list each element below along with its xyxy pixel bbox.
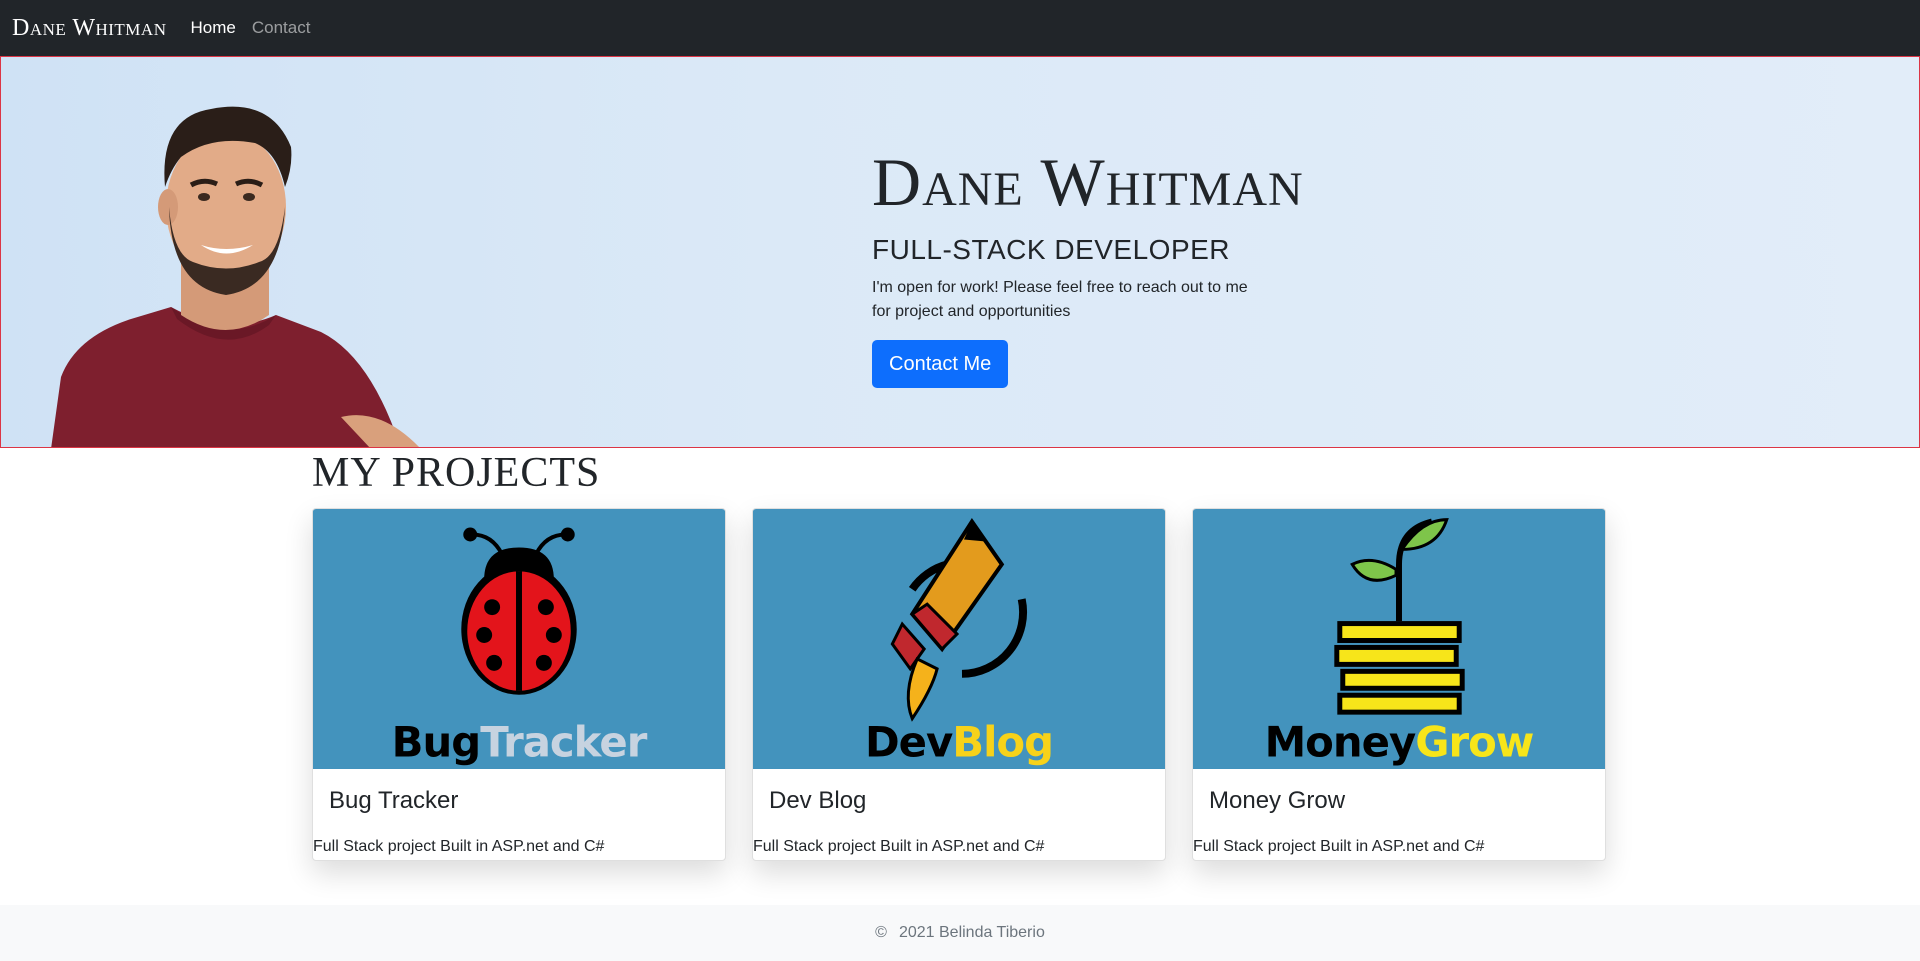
project-description: Full Stack project Built in ASP.net and … xyxy=(1193,838,1485,856)
brand-logo[interactable]: Dane Whitman xyxy=(12,15,166,42)
project-description: Full Stack project Built in ASP.net and … xyxy=(313,838,605,856)
nav-link-home[interactable]: Home xyxy=(190,18,235,38)
bug-tracker-logo: BugTracker xyxy=(313,509,725,770)
dev-blog-logo: DevBlog xyxy=(753,509,1165,770)
contact-me-button[interactable]: Contact Me xyxy=(872,339,1009,388)
portrait-image xyxy=(51,106,419,447)
footer: © 2021 Belinda Tiberio xyxy=(0,905,1920,961)
project-description: Full Stack project Built in ASP.net and … xyxy=(753,838,1045,856)
project-title: Bug Tracker xyxy=(329,787,459,815)
logo-text-light: Grow xyxy=(1415,718,1534,767)
projects-heading: MY PROJECTS xyxy=(312,450,601,496)
copyright-icon: © xyxy=(875,924,887,941)
logo-text-light: Tracker xyxy=(480,718,648,767)
hero-name: Dane Whitman xyxy=(872,144,1304,220)
project-cards: BugTracker Bug Tracker Full Stack projec… xyxy=(312,508,1608,862)
projects-section: MY PROJECTS BugTracker Bug Tracker Full … xyxy=(312,448,1608,862)
hero-text: Dane Whitman FULL-STACK DEVELOPER I'm op… xyxy=(872,145,1572,388)
svg-text:BugTracker: BugTracker xyxy=(392,718,648,767)
logo-text-dark: Bug xyxy=(392,718,481,767)
hero-role: FULL-STACK DEVELOPER xyxy=(872,233,1231,265)
hero-section: Dane Whitman FULL-STACK DEVELOPER I'm op… xyxy=(0,56,1920,448)
logo-text-dark: Dev xyxy=(865,718,953,767)
svg-text:DevBlog: DevBlog xyxy=(865,718,1053,767)
project-title: Money Grow xyxy=(1209,787,1346,815)
navbar: Dane Whitman Home Contact xyxy=(0,0,1920,56)
money-grow-logo: MoneyGrow xyxy=(1193,509,1605,770)
nav-link-contact[interactable]: Contact xyxy=(252,18,311,38)
logo-text-light: Blog xyxy=(952,718,1053,767)
footer-text: 2021 Belinda Tiberio xyxy=(898,924,1045,941)
logo-text-dark: Money xyxy=(1265,718,1416,767)
project-card-dev-blog[interactable]: DevBlog Dev Blog Full Stack project Buil… xyxy=(752,508,1166,862)
hero-description: I'm open for work! Please feel free to r… xyxy=(872,278,1248,320)
project-card-bug-tracker[interactable]: BugTracker Bug Tracker Full Stack projec… xyxy=(312,508,726,862)
project-card-money-grow[interactable]: MoneyGrow Money Grow Full Stack project … xyxy=(1192,508,1606,862)
project-title: Dev Blog xyxy=(769,787,867,815)
svg-text:MoneyGrow: MoneyGrow xyxy=(1265,718,1534,767)
